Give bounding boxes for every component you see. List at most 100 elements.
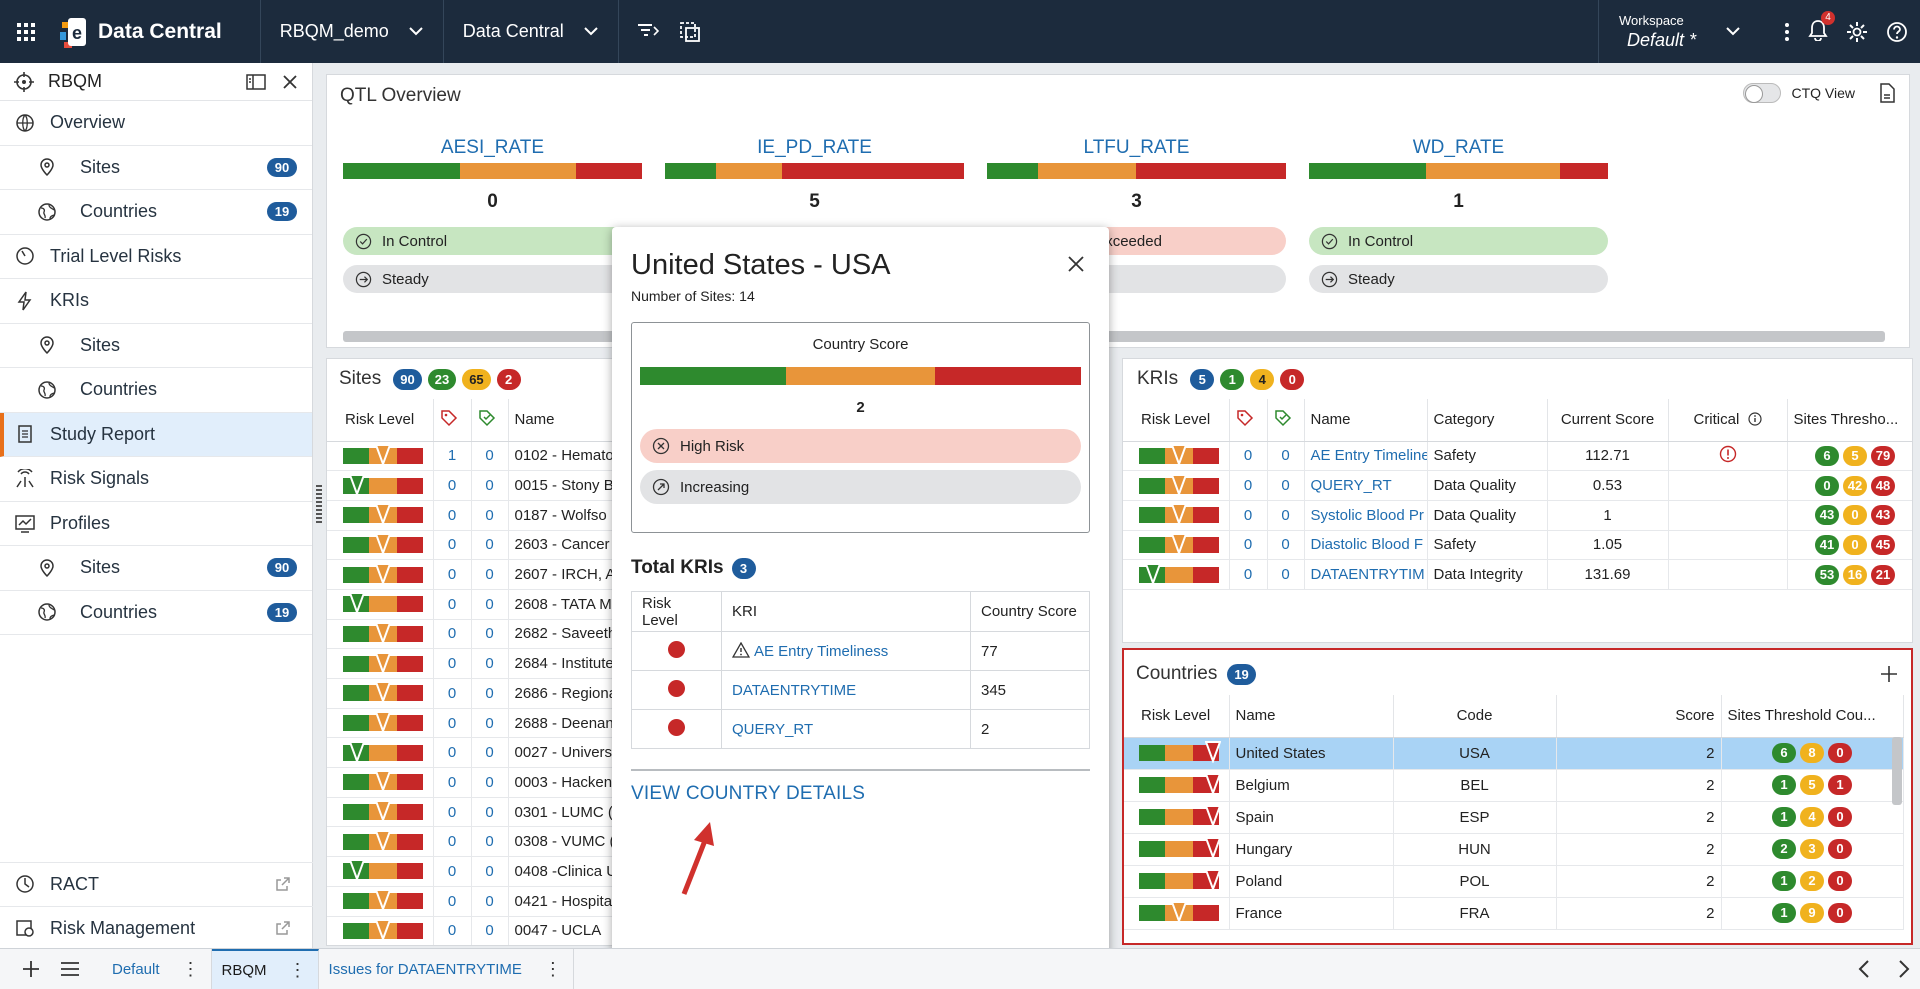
sidebar-item-sites[interactable]: Sites 90 xyxy=(0,546,312,591)
tag-check-count[interactable]: 0 xyxy=(471,797,509,828)
table-row[interactable]: 0 0 Diastolic Blood F Safety 1.05 41 0 45 xyxy=(1123,530,1912,561)
tab-issues-for-dataentrytime[interactable]: Issues for DATAENTRYTIME ⋮ xyxy=(319,948,574,989)
low-risk-badge[interactable]: 1 xyxy=(1220,368,1245,390)
kri-name[interactable]: QUERY_RT xyxy=(1304,470,1428,501)
col-category[interactable]: Category xyxy=(1427,399,1548,442)
tag-check-count[interactable]: 0 xyxy=(1267,500,1305,531)
kri-link[interactable]: AE Entry Timeliness xyxy=(754,643,888,660)
col-tag-check[interactable] xyxy=(471,399,509,442)
sidebar-item-sites[interactable]: Sites 90 xyxy=(0,146,312,190)
table-row[interactable]: AE Entry Timeliness 77 xyxy=(631,631,1090,671)
col-current-score[interactable]: Current Score xyxy=(1547,399,1669,442)
tag-check-count[interactable]: 0 xyxy=(1267,470,1305,501)
high-count[interactable]: 48 xyxy=(1871,475,1895,496)
high-count[interactable]: 79 xyxy=(1871,445,1895,466)
sidebar-item-kris[interactable]: KRIs xyxy=(0,279,312,324)
site-name[interactable]: 2686 - Regiona xyxy=(508,678,617,709)
tab-rbqm[interactable]: RBQM ⋮ xyxy=(211,948,319,989)
kri-name[interactable]: DATAENTRYTIM xyxy=(1304,559,1428,590)
col-critical[interactable]: Critical xyxy=(1668,399,1788,442)
table-row[interactable]: 0 0 AE Entry Timeline Safety 112.71 6 5 79 xyxy=(1123,441,1912,472)
chevron-right-icon[interactable] xyxy=(1898,960,1910,978)
kri-link[interactable]: DATAENTRYTIME xyxy=(732,682,856,699)
qtl-name-link[interactable]: LTFU_RATE xyxy=(987,137,1286,163)
view-country-details-link[interactable]: VIEW COUNTRY DETAILS xyxy=(631,769,1090,805)
sidebar-item-overview[interactable]: Overview xyxy=(0,101,312,146)
table-row[interactable]: 0 0 2607 - IRCH, A xyxy=(327,559,617,590)
site-name[interactable]: 2682 - Saveeth xyxy=(508,619,617,650)
col-country-score[interactable]: Country Score xyxy=(970,591,1090,632)
site-name[interactable]: 2603 - Cancer xyxy=(508,530,617,561)
app-grid-icon[interactable] xyxy=(0,0,52,63)
tag-count[interactable]: 0 xyxy=(433,797,472,828)
medium-count[interactable]: 16 xyxy=(1843,564,1867,585)
medium-count[interactable]: 0 xyxy=(1843,534,1867,555)
high-risk-badge[interactable]: 0 xyxy=(1280,368,1305,390)
site-name[interactable]: 2684 - Institute xyxy=(508,648,617,679)
site-name[interactable]: 0027 - Univers xyxy=(508,737,617,769)
table-row[interactable]: 0 0 0027 - Univers xyxy=(327,737,617,769)
tag-count[interactable]: 0 xyxy=(433,826,472,858)
site-name[interactable]: 0408 -Clinica U xyxy=(508,856,617,887)
medium-count[interactable]: 42 xyxy=(1843,475,1867,496)
low-count[interactable]: 0 xyxy=(1815,475,1839,496)
tag-count[interactable]: 0 xyxy=(433,737,472,769)
tag-check-count[interactable]: 0 xyxy=(471,856,509,887)
site-name[interactable]: 0187 - Wolfso xyxy=(508,500,617,531)
total-count-badge[interactable]: 5 xyxy=(1190,368,1215,390)
tag-check-count[interactable]: 0 xyxy=(471,708,509,739)
high-count[interactable]: 43 xyxy=(1871,505,1895,526)
col-tag[interactable] xyxy=(433,399,472,442)
tag-count[interactable]: 0 xyxy=(433,678,472,709)
tag-count[interactable]: 0 xyxy=(1229,559,1268,590)
col-name[interactable]: Name xyxy=(1304,399,1428,442)
close-icon[interactable] xyxy=(1067,255,1085,273)
tag-check-count[interactable]: 0 xyxy=(471,886,509,917)
sidebar-item-risk-management[interactable]: Risk Management xyxy=(0,907,313,951)
tag-check-count[interactable]: 0 xyxy=(471,530,509,561)
tag-count[interactable]: 0 xyxy=(433,767,472,798)
site-name[interactable]: 0015 - Stony B xyxy=(508,470,617,501)
select-frame-icon[interactable] xyxy=(679,21,701,43)
chevron-left-icon[interactable] xyxy=(1858,960,1870,978)
table-row[interactable]: 0 0 0421 - Hospita xyxy=(327,886,617,917)
tag-count[interactable]: 0 xyxy=(433,916,472,945)
site-name[interactable]: 0308 - VUMC ( xyxy=(508,826,617,858)
table-row[interactable]: 0 0 2684 - Institute xyxy=(327,648,617,679)
low-count[interactable]: 43 xyxy=(1815,505,1839,526)
tag-check-count[interactable]: 0 xyxy=(1267,530,1305,561)
tag-count[interactable]: 0 xyxy=(433,708,472,739)
tag-count[interactable]: 0 xyxy=(433,470,472,501)
tag-check-count[interactable]: 0 xyxy=(471,648,509,679)
table-row[interactable]: 0 0 2688 - Deenan xyxy=(327,708,617,739)
site-name[interactable]: 2607 - IRCH, A xyxy=(508,559,617,590)
kri-link[interactable]: QUERY_RT xyxy=(732,721,813,738)
site-name[interactable]: 0301 - LUMC ( xyxy=(508,797,617,828)
table-row[interactable]: 0 0 0308 - VUMC ( xyxy=(327,826,617,858)
workspace-selector[interactable]: Workspace Default * xyxy=(1598,0,1740,63)
tag-count[interactable]: 1 xyxy=(433,441,472,472)
table-row[interactable]: 0 0 0187 - Wolfso xyxy=(327,500,617,531)
tab-default[interactable]: Default ⋮ xyxy=(102,948,212,989)
tag-check-count[interactable]: 0 xyxy=(1267,559,1305,590)
kri-name[interactable]: Diastolic Blood F xyxy=(1304,530,1428,561)
sidebar-item-countries[interactable]: Countries xyxy=(0,368,312,413)
tag-count[interactable]: 0 xyxy=(433,648,472,679)
low-count[interactable]: 53 xyxy=(1815,564,1839,585)
site-name[interactable]: 2688 - Deenan xyxy=(508,708,617,739)
medium-risk-badge[interactable]: 65 xyxy=(462,368,491,390)
table-row[interactable]: DATAENTRYTIME 345 xyxy=(631,670,1090,710)
tag-count[interactable]: 0 xyxy=(1229,470,1268,501)
tag-count[interactable]: 0 xyxy=(433,856,472,887)
table-row[interactable]: 0 0 0047 - UCLA xyxy=(327,916,617,945)
tag-count[interactable]: 0 xyxy=(433,530,472,561)
site-name[interactable]: 0102 - Hemato xyxy=(508,441,617,472)
ctq-view-toggle[interactable]: CTQ View xyxy=(1743,83,1895,103)
table-row[interactable]: 0 0 Systolic Blood Pr Data Quality 1 43 0 43 xyxy=(1123,500,1912,531)
tag-count[interactable]: 0 xyxy=(433,500,472,531)
qtl-name-link[interactable]: AESI_RATE xyxy=(343,137,642,163)
table-row[interactable]: QUERY_RT 2 xyxy=(631,709,1090,749)
table-row[interactable]: 0 0 QUERY_RT Data Quality 0.53 0 42 48 xyxy=(1123,470,1912,501)
kri-name[interactable]: Systolic Blood Pr xyxy=(1304,500,1428,531)
low-count[interactable]: 41 xyxy=(1815,534,1839,555)
